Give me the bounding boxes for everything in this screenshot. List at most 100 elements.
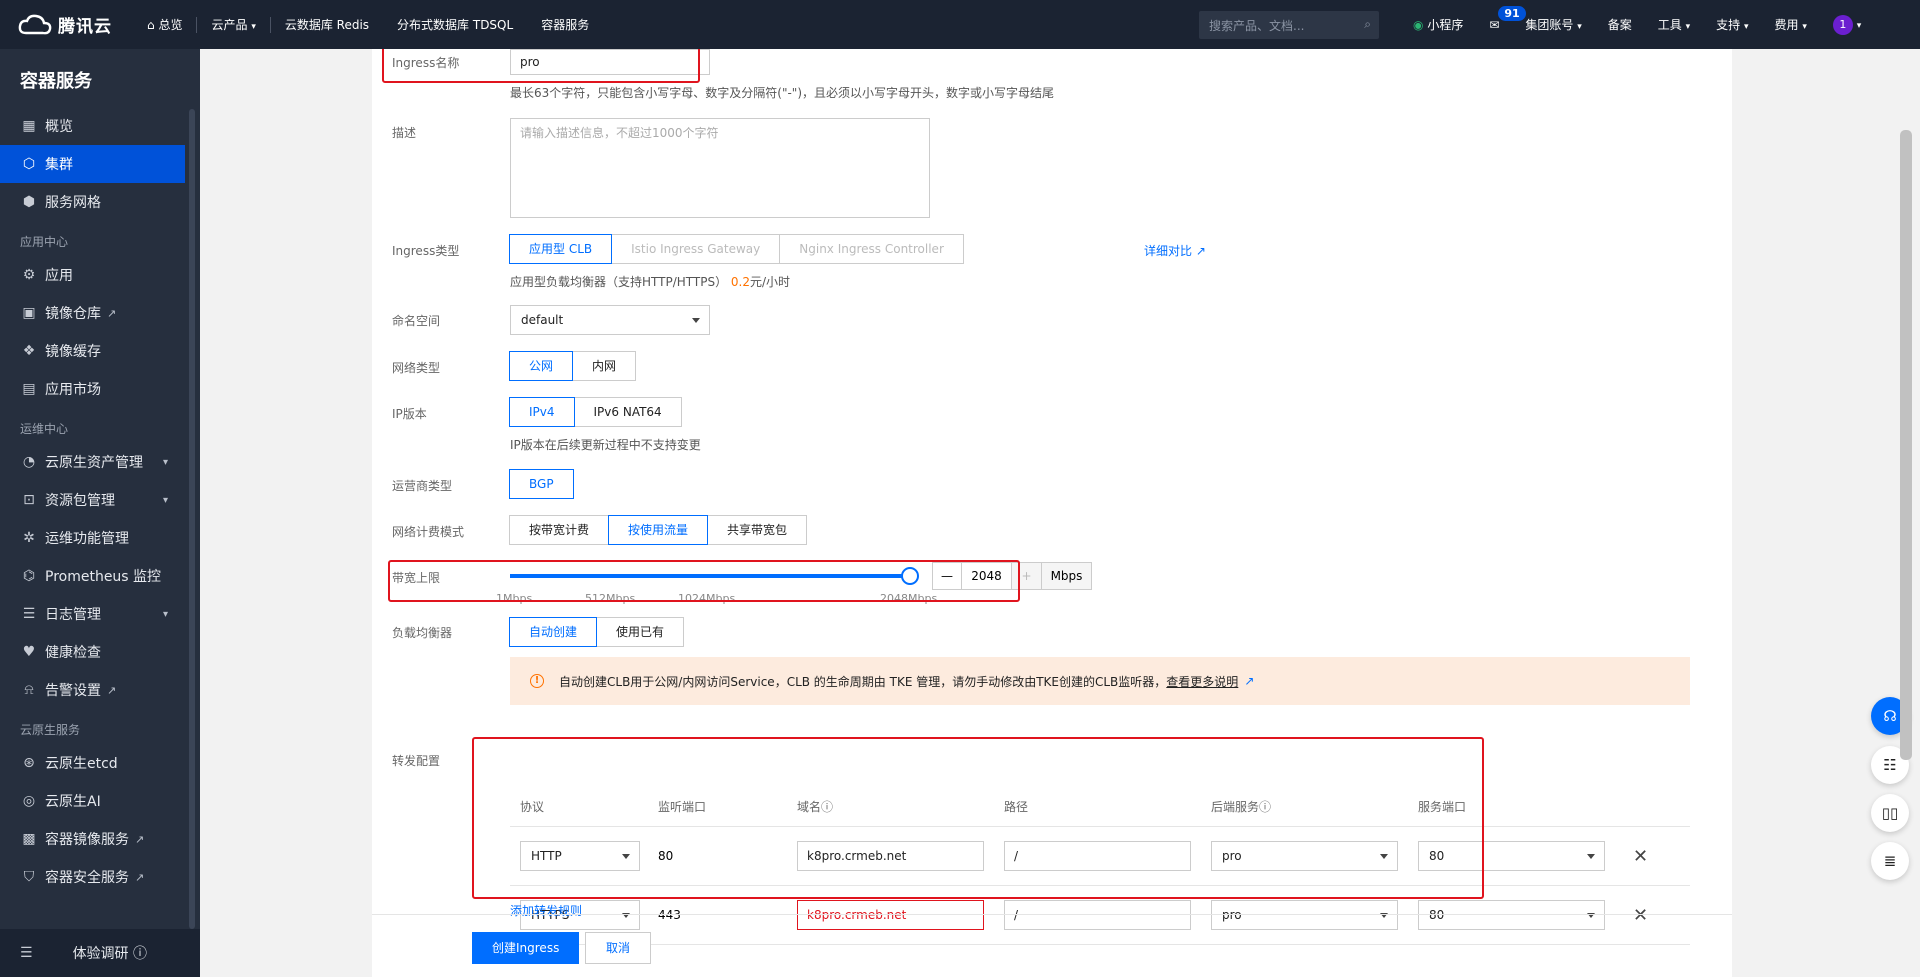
type-nginx-option[interactable]: Nginx Ingress Controller xyxy=(779,234,964,264)
top-bar: 腾讯云 ⌂ 总览 云产品 ▾ 云数据库 Redis 分布式数据库 TDSQL 容… xyxy=(0,0,1920,49)
sidebar-item-overview[interactable]: ▦ 概览 xyxy=(0,107,200,145)
sidebar-item-ai[interactable]: ◎ 云原生AI xyxy=(0,782,200,820)
cloud-logo-icon xyxy=(18,14,52,34)
create-ingress-button[interactable]: 创建Ingress xyxy=(472,932,580,964)
add-rule-link[interactable]: 添加转发规则 xyxy=(510,902,582,919)
sidebar-item-label: 镜像缓存 xyxy=(45,344,101,360)
sidebar-item-label: 云原生AI xyxy=(45,794,101,810)
products-label: 云产品 xyxy=(211,18,248,32)
avatar-menu[interactable]: 1 ▾ xyxy=(1820,14,1874,35)
type-istio-option[interactable]: Istio Ingress Gateway xyxy=(611,234,781,264)
log-icon: ☰ xyxy=(22,606,36,622)
account-menu[interactable]: 集团账号 ▾ xyxy=(1512,16,1594,33)
nav-tdsql[interactable]: 分布式数据库 TDSQL xyxy=(383,16,527,33)
support-menu[interactable]: 支持 ▾ xyxy=(1703,16,1761,33)
highlight-forward-rules xyxy=(472,737,1484,899)
compare-link[interactable]: 详细对比 ↗ xyxy=(1144,242,1206,259)
sidebar-item-assets[interactable]: ◔ 云原生资产管理 ▾ xyxy=(0,443,200,481)
sidebar-item-app[interactable]: ⚙ 应用 xyxy=(0,256,200,294)
sidebar-scrollbar[interactable] xyxy=(189,109,195,929)
fee-menu[interactable]: 费用 ▾ xyxy=(1762,16,1820,33)
ip-label: IP版本 xyxy=(392,407,427,421)
home-link[interactable]: ⌂ 总览 xyxy=(133,16,196,33)
sidebar-item-label: 资源包管理 xyxy=(45,493,115,509)
type-clb-option[interactable]: 应用型 CLB xyxy=(509,234,613,264)
sidebar-item-security[interactable]: ⛉ 容器安全服务 ↗ xyxy=(0,858,200,896)
brand-logo[interactable]: 腾讯云 xyxy=(18,12,133,37)
monitor-icon: ⌬ xyxy=(22,568,36,584)
external-link-icon: ↗ xyxy=(107,683,117,697)
external-link-icon: ↗ xyxy=(107,306,117,320)
sidebar-item-market[interactable]: ▤ 应用市场 xyxy=(0,370,200,408)
mini-program-link[interactable]: ◉ 小程序 xyxy=(1400,16,1476,33)
nav-tke[interactable]: 容器服务 xyxy=(527,16,603,33)
isp-label: 运营商类型 xyxy=(392,479,453,493)
sidebar-item-etcd[interactable]: ⊛ 云原生etcd xyxy=(0,744,200,782)
sidebar-item-cluster[interactable]: ⬡ 集群 xyxy=(0,145,185,183)
nav-redis[interactable]: 云数据库 Redis xyxy=(271,16,383,33)
brand-name: 腾讯云 xyxy=(58,17,112,37)
domain-input[interactable]: k8pro.crmeb.net xyxy=(797,900,984,930)
book-icon[interactable]: ▯▯ xyxy=(1871,794,1909,832)
info-icon: ⓘ xyxy=(133,946,148,962)
close-icon[interactable]: ✕ xyxy=(1615,846,1690,867)
sidebar-item-tcr[interactable]: ▩ 容器镜像服务 ↗ xyxy=(0,820,200,858)
sidebar-item-label: 告警设置 xyxy=(45,683,101,699)
compare-label: 详细对比 xyxy=(1144,244,1193,258)
description-textarea[interactable]: 请输入描述信息，不超过1000个字符 xyxy=(510,118,930,218)
group-ops: 运维中心 xyxy=(20,422,69,436)
sidebar-item-resource-pack[interactable]: ⊡ 资源包管理 ▾ xyxy=(0,481,200,519)
chevron-down-icon: ▾ xyxy=(251,22,256,32)
chevron-down-icon: ▾ xyxy=(1577,22,1582,32)
collapse-icon[interactable]: ☰ xyxy=(20,945,33,961)
namespace-select[interactable]: default xyxy=(510,305,710,335)
sidebar-item-alarm[interactable]: ⍾ 告警设置 ↗ xyxy=(0,671,200,709)
create-ingress-form: Ingress名称 pro 最长63个字符，只能包含小写字母、数字及分隔符("-… xyxy=(372,49,1732,977)
sidebar-item-registry[interactable]: ▣ 镜像仓库 ↗ xyxy=(0,294,200,332)
cache-icon: ❖ xyxy=(22,343,36,359)
sidebar-item-mesh[interactable]: ⬢ 服务网格 xyxy=(0,183,200,221)
cancel-button[interactable]: 取消 xyxy=(585,932,652,964)
sidebar-item-ops-feature[interactable]: ✲ 运维功能管理 xyxy=(0,519,200,557)
sidebar-item-image-cache[interactable]: ❖ 镜像缓存 xyxy=(0,332,200,370)
sidebar-item-prometheus[interactable]: ⌬ Prometheus 监控 xyxy=(0,557,200,595)
lb-existing-option[interactable]: 使用已有 xyxy=(596,617,685,647)
ipv6-option[interactable]: IPv6 NAT64 xyxy=(573,397,682,427)
svc-port-select[interactable]: 80 xyxy=(1418,900,1605,930)
sidebar-item-label: 日志管理 xyxy=(45,607,101,623)
sidebar-item-label: 云原生etcd xyxy=(45,756,118,772)
mail-button[interactable]: ✉ 91 xyxy=(1476,5,1526,32)
external-link-icon: ↗ xyxy=(1244,674,1255,688)
billing-traffic-option[interactable]: 按使用流量 xyxy=(608,515,709,545)
billing-bandwidth-option[interactable]: 按带宽计费 xyxy=(509,515,610,545)
survey-link[interactable]: 体验调研 ⓘ xyxy=(73,943,147,963)
page-scrollbar[interactable] xyxy=(1900,130,1912,760)
network-type-segment: 公网 内网 xyxy=(509,351,637,381)
products-menu[interactable]: 云产品 ▾ xyxy=(197,16,269,33)
support-label: 支持 xyxy=(1716,18,1741,32)
network-public-option[interactable]: 公网 xyxy=(509,351,574,381)
path-input[interactable]: / xyxy=(1004,900,1191,930)
close-icon[interactable]: ✕ xyxy=(1615,905,1690,926)
sidebar-item-health[interactable]: ♥ 健康检查 xyxy=(0,633,200,671)
ipv4-option[interactable]: IPv4 xyxy=(509,397,575,427)
sidebar-item-logs[interactable]: ☰ 日志管理 ▾ xyxy=(0,595,200,633)
health-icon: ♥ xyxy=(22,644,36,660)
etcd-icon: ⊛ xyxy=(23,755,35,771)
notice-link[interactable]: 查看更多说明 xyxy=(1166,673,1238,690)
registry-icon: ▩ xyxy=(22,831,36,847)
sidebar-title: 容器服务 xyxy=(20,71,92,92)
billing-shared-option[interactable]: 共享带宽包 xyxy=(707,515,808,545)
beian-link[interactable]: 备案 xyxy=(1595,16,1645,33)
network-private-option[interactable]: 内网 xyxy=(572,351,637,381)
backend-select[interactable]: pro xyxy=(1211,900,1398,930)
lb-auto-option[interactable]: 自动创建 xyxy=(509,617,598,647)
sidebar-item-label: 云原生资产管理 xyxy=(45,455,143,471)
isp-bgp-option[interactable]: BGP xyxy=(509,469,574,499)
ai-icon: ◎ xyxy=(22,793,36,809)
external-link-icon: ↗ xyxy=(135,832,145,846)
search-input[interactable]: 搜索产品、文档... ⌕ xyxy=(1199,11,1379,39)
mail-icon: ✉ xyxy=(1489,17,1500,32)
tools-menu[interactable]: 工具 ▾ xyxy=(1645,16,1703,33)
outline-icon[interactable]: ≣ xyxy=(1871,842,1909,880)
